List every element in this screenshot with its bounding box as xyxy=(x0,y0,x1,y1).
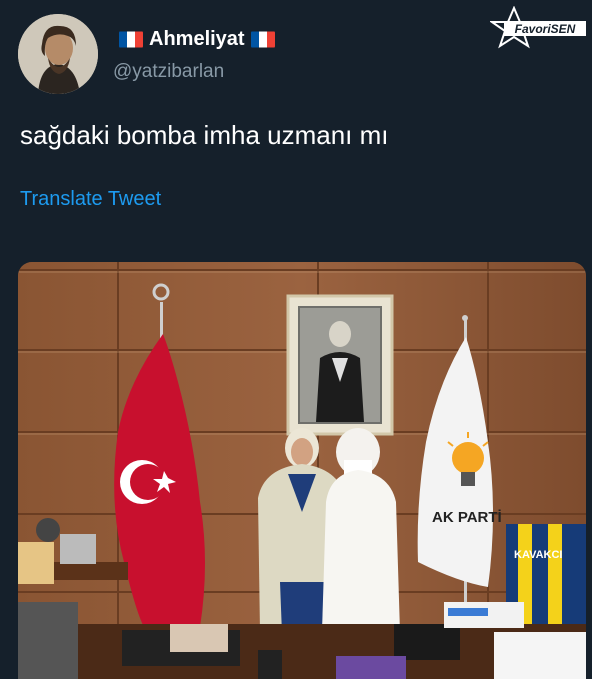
party-sign-text: AK PARTİ xyxy=(432,509,502,526)
author-name[interactable]: Ahmeliyat xyxy=(149,28,245,51)
france-flag-icon xyxy=(119,31,143,48)
avatar[interactable] xyxy=(18,14,98,94)
watermark-text: FavoriSEN xyxy=(515,22,576,36)
tweet-photo[interactable]: AK PARTİ KAVAKCI xyxy=(18,262,586,679)
france-flag-icon xyxy=(250,31,275,48)
tweet-text: sağdaki bomba imha uzmanı mı xyxy=(20,120,389,150)
translate-tweet-link[interactable]: Translate Tweet xyxy=(20,188,161,211)
avatar-portrait-image xyxy=(18,14,98,94)
favorisen-watermark-logo: FavoriSEN xyxy=(488,5,588,50)
office-photo-image: AK PARTİ KAVAKCI xyxy=(18,262,586,679)
author-handle[interactable]: @yatzibarlan xyxy=(113,61,224,83)
jersey-text: KAVAKCI xyxy=(514,549,562,561)
author-name-row[interactable]: Ahmeliyat xyxy=(113,28,281,51)
